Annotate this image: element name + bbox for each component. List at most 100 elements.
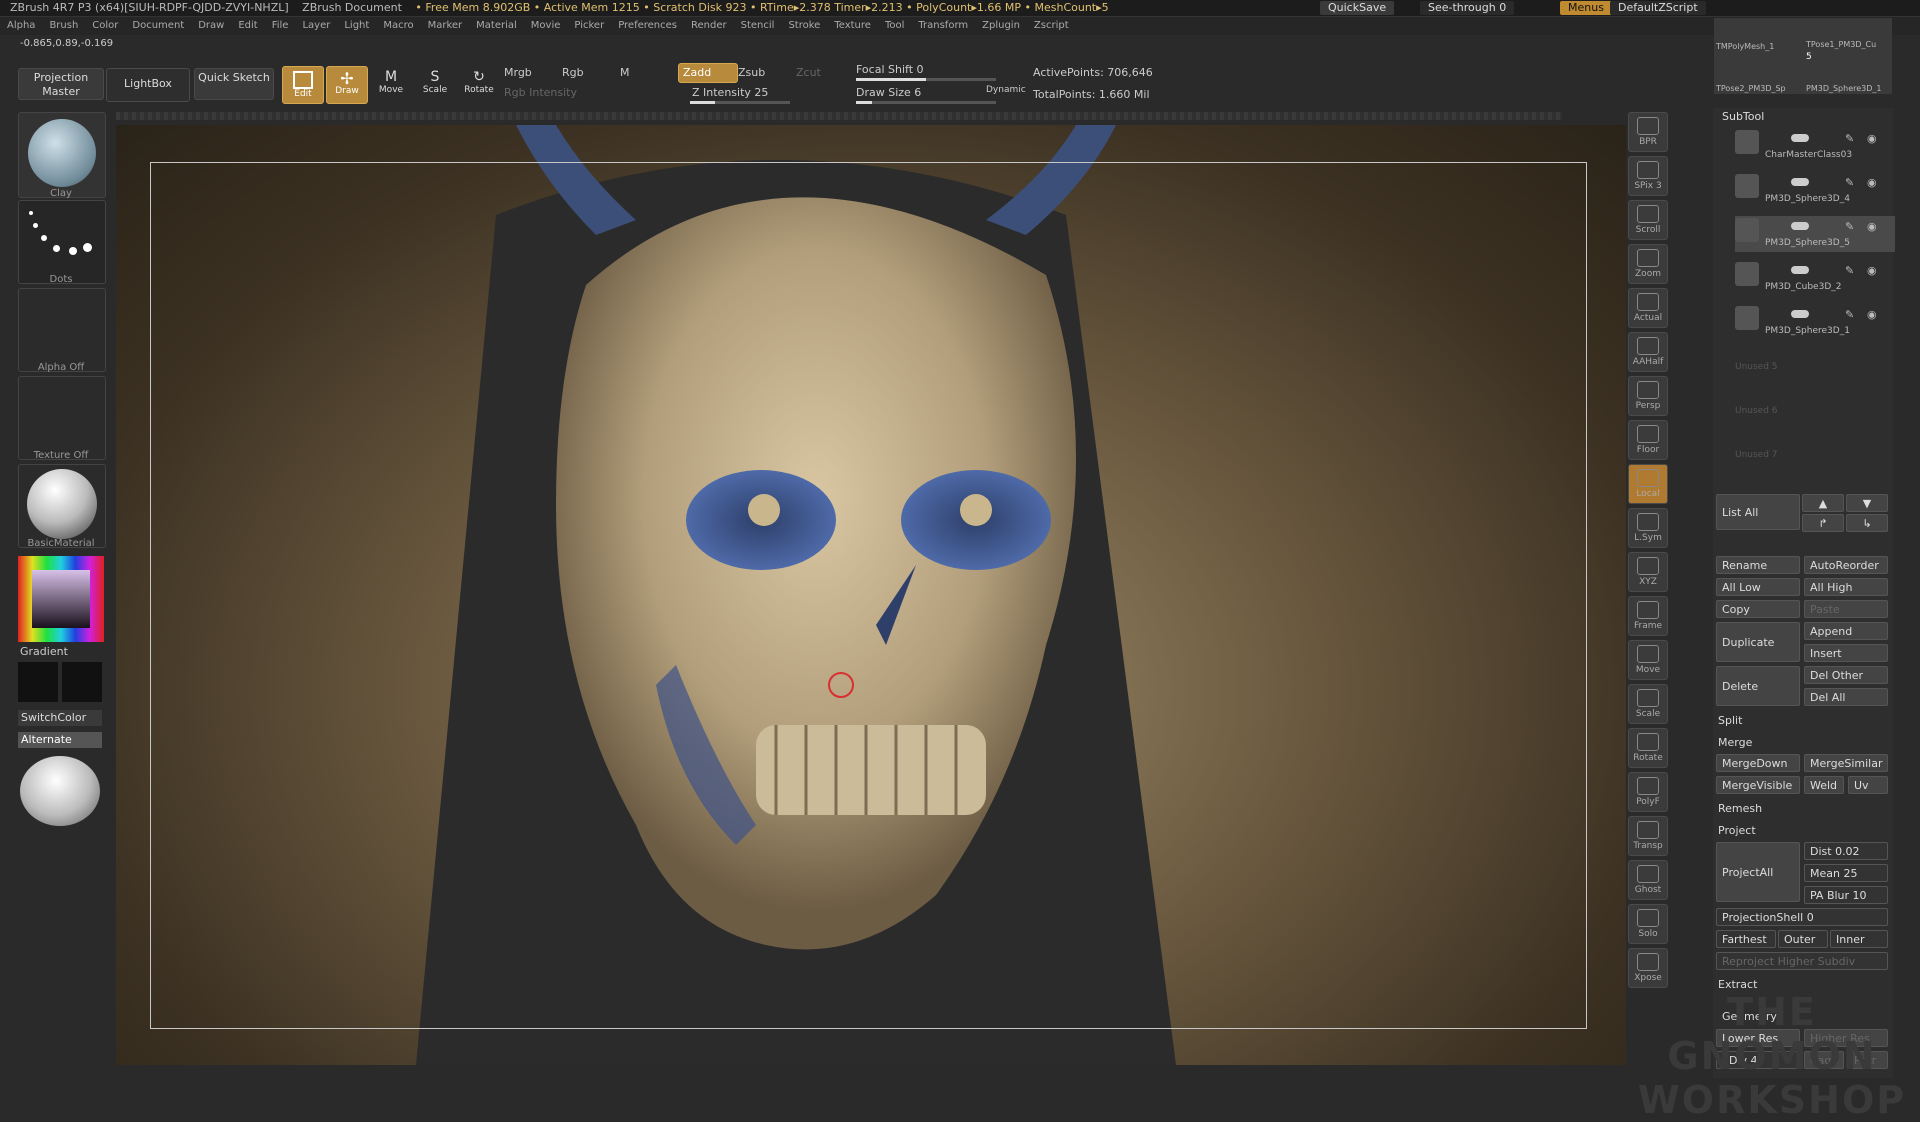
persp-button[interactable]: Persp [1628,376,1668,416]
brush-icon[interactable]: ✎ [1845,264,1857,277]
menu-stroke[interactable]: Stroke [781,17,827,35]
subtool-item[interactable]: ✎ ◉ PM3D_Sphere3D_5 [1735,216,1895,252]
rotate-button[interactable]: ↻ Rotate [458,66,500,104]
z-intensity-slider[interactable]: Z Intensity 25 [692,86,768,99]
dynamic-button[interactable]: Dynamic [986,85,1026,95]
uv-button[interactable]: Uv [1848,776,1888,794]
menu-picker[interactable]: Picker [567,17,611,35]
xyz-button[interactable]: XYZ [1628,552,1668,592]
subtool-empty-slot[interactable]: Unused 5 [1735,362,1778,372]
projection-shell-slider[interactable]: ProjectionShell 0 [1716,908,1888,926]
eye-icon[interactable]: ◉ [1867,308,1879,321]
all-high-button[interactable]: All High [1804,578,1888,596]
reproject-button[interactable]: Reproject Higher Subdiv [1716,952,1888,970]
mergesimilar-button[interactable]: MergeSimilar [1804,754,1888,772]
menu-stencil[interactable]: Stencil [734,17,782,35]
subtool-visibility-toggle[interactable] [1791,222,1809,230]
texture-thumb[interactable] [18,376,106,460]
subtool-visibility-toggle[interactable] [1791,178,1809,186]
tool-thumb-4[interactable]: PM3D_Sphere3D_1 [1806,84,1882,93]
tool-thumb-2[interactable]: TPose1_PM3D_Cu [1806,40,1876,49]
lsym-button[interactable]: L.Sym [1628,508,1668,548]
secondary-color-swatch[interactable] [62,662,102,702]
dist-slider[interactable]: Dist 0.02 [1804,842,1888,860]
project-section[interactable]: Project [1718,824,1756,837]
main-color-swatch[interactable] [18,662,58,702]
subtool-title[interactable]: SubTool [1722,110,1764,123]
split-section[interactable]: Split [1718,714,1742,727]
menus-button[interactable]: Menus [1560,1,1612,15]
eye-icon[interactable]: ◉ [1867,264,1879,277]
menu-tool[interactable]: Tool [878,17,911,35]
subtool-visibility-toggle[interactable] [1791,310,1809,318]
subtool-visibility-toggle[interactable] [1791,134,1809,142]
menu-zplugin[interactable]: Zplugin [975,17,1027,35]
insert-button[interactable]: Insert [1804,644,1888,662]
alternate-button[interactable]: Alternate [18,732,102,748]
solo-button[interactable]: Solo [1628,904,1668,944]
append-button[interactable]: Append [1804,622,1888,640]
brush-thumb[interactable] [18,112,106,198]
menu-brush[interactable]: Brush [42,17,85,35]
see-through-slider[interactable]: See-through 0 [1420,1,1515,15]
copy-button[interactable]: Copy [1716,600,1800,618]
scale-button[interactable]: S Scale [414,66,456,104]
move-right-button[interactable]: ↳ [1846,514,1888,532]
menu-marker[interactable]: Marker [421,17,470,35]
draw-size-slider[interactable]: Draw Size 6 [856,86,921,99]
inner-button[interactable]: Inner [1830,930,1888,948]
subtool-empty-slot[interactable]: Unused 7 [1735,450,1778,460]
all-low-button[interactable]: All Low [1716,578,1800,596]
menu-layer[interactable]: Layer [295,17,337,35]
eye-icon[interactable]: ◉ [1867,176,1879,189]
del-all-button[interactable]: Del All [1804,688,1888,706]
subtool-visibility-toggle[interactable] [1791,266,1809,274]
transp-button[interactable]: Transp [1628,816,1668,856]
menu-preferences[interactable]: Preferences [611,17,684,35]
eye-icon[interactable]: ◉ [1867,132,1879,145]
subtool-item[interactable]: ✎ ◉ PM3D_Sphere3D_1 [1735,304,1895,340]
menu-render[interactable]: Render [684,17,734,35]
xpose-button[interactable]: Xpose [1628,948,1668,988]
menu-macro[interactable]: Macro [376,17,420,35]
zsub-button[interactable]: Zsub [738,66,765,79]
m-button[interactable]: M [620,66,630,79]
tool-thumb-1[interactable]: TMPolyMesh_1 [1716,42,1774,51]
brush-icon[interactable]: ✎ [1845,220,1857,233]
scale-button[interactable]: Scale [1628,684,1668,724]
move-button[interactable]: M Move [370,66,412,104]
brush-icon[interactable]: ✎ [1845,308,1857,321]
draw-button[interactable]: ✢ Draw [326,66,368,104]
zadd-button[interactable]: Zadd [678,63,738,83]
merge-section[interactable]: Merge [1718,736,1752,749]
material-thumb[interactable] [18,464,106,548]
subtool-item[interactable]: ✎ ◉ PM3D_Cube3D_2 [1735,260,1895,296]
rgb-button[interactable]: Rgb [562,66,584,79]
color-picker[interactable] [18,556,104,642]
tool-thumb-3[interactable]: TPose2_PM3D_Sp [1716,84,1786,93]
menu-document[interactable]: Document [125,17,191,35]
move-left-button[interactable]: ↱ [1802,514,1844,532]
menu-texture[interactable]: Texture [827,17,878,35]
scroll-button[interactable]: Scroll [1628,200,1668,240]
del-other-button[interactable]: Del Other [1804,666,1888,684]
remesh-section[interactable]: Remesh [1718,802,1762,815]
aahalf-button[interactable]: AAHalf [1628,332,1668,372]
list-all-button[interactable]: List All [1716,494,1800,530]
quick-sketch-button[interactable]: Quick Sketch [194,68,274,100]
alpha-thumb[interactable] [18,288,106,372]
projectall-button[interactable]: ProjectAll [1716,842,1800,902]
menu-draw[interactable]: Draw [191,17,231,35]
menu-file[interactable]: File [265,17,296,35]
edit-button[interactable]: Edit [282,66,324,104]
rotate-button[interactable]: Rotate [1628,728,1668,768]
subtool-item[interactable]: ✎ ◉ PM3D_Sphere3D_4 [1735,172,1895,208]
mergedown-button[interactable]: MergeDown [1716,754,1800,772]
menu-movie[interactable]: Movie [524,17,568,35]
outer-button[interactable]: Outer [1778,930,1828,948]
floor-button[interactable]: Floor [1628,420,1668,460]
frame-button[interactable]: Frame [1628,596,1668,636]
projection-master-button[interactable]: Projection Master [18,68,104,100]
brush-icon[interactable]: ✎ [1845,132,1857,145]
menu-light[interactable]: Light [337,17,376,35]
